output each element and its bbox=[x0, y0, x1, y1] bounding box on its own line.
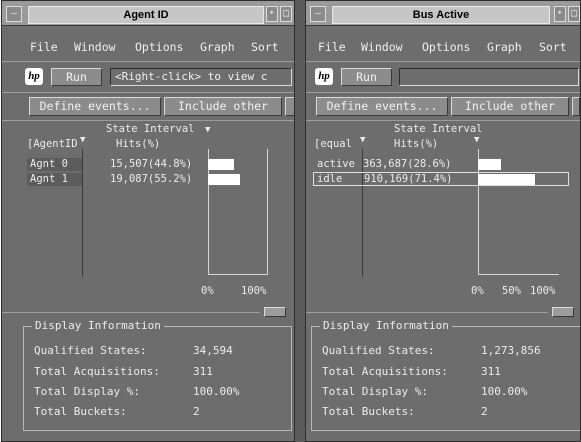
divider bbox=[2, 92, 294, 93]
bus-active-window: — Bus Active ‣ □ File Window Options Gra… bbox=[305, 0, 581, 442]
menu-file[interactable]: File bbox=[30, 37, 58, 57]
scale-label: 100% bbox=[530, 285, 556, 297]
display-information-label: Display Information bbox=[32, 319, 164, 333]
total-buckets-label: Total Buckets: bbox=[34, 405, 127, 418]
total-display-label: Total Display %: bbox=[34, 385, 140, 398]
total-buckets-value: 2 bbox=[193, 405, 200, 418]
menu-graph[interactable]: Graph bbox=[487, 37, 522, 57]
total-acquisitions-label: Total Acquisitions: bbox=[34, 365, 160, 378]
row-name: Agnt 1 bbox=[27, 173, 82, 186]
row-name: idle bbox=[317, 173, 343, 185]
total-acquisitions-label: Total Acquisitions: bbox=[322, 365, 448, 378]
message-field[interactable] bbox=[399, 68, 579, 86]
qualified-states-label: Qualified States: bbox=[34, 344, 147, 357]
menu-sort[interactable]: Sort bbox=[251, 37, 279, 57]
row-hits: 19,087(55.2%) bbox=[110, 173, 193, 185]
maximize-icon[interactable]: □ bbox=[280, 6, 292, 22]
row-hits: 15,507(44.8%) bbox=[110, 158, 193, 170]
total-display-label: Total Display %: bbox=[322, 385, 428, 398]
hits-column-header: Hits(%) bbox=[394, 138, 439, 150]
scale-slider[interactable] bbox=[264, 307, 286, 317]
window-gap bbox=[295, 0, 305, 442]
hits-column-header: Hits(%) bbox=[116, 138, 161, 150]
agentid-column-header[interactable]: [AgentID bbox=[27, 138, 78, 150]
total-acquisitions-value: 311 bbox=[481, 365, 501, 378]
scale-label: 50% bbox=[502, 285, 521, 297]
qualified-states-value: 1,273,856 bbox=[481, 344, 541, 357]
scale-label: 100% bbox=[241, 285, 267, 297]
divider bbox=[2, 61, 294, 62]
window-menu-icon[interactable]: — bbox=[6, 6, 22, 22]
display-information-label: Display Information bbox=[320, 319, 452, 333]
hits-bar bbox=[208, 174, 240, 185]
scale-marker-icon[interactable]: ▼ bbox=[205, 125, 210, 135]
hp-logo-icon: hp bbox=[25, 68, 43, 85]
row-hits: 910,169(71.4%) bbox=[364, 173, 453, 185]
row-hits: 363,687(28.6%) bbox=[363, 158, 452, 170]
toolbar-overflow-button[interactable] bbox=[285, 97, 294, 116]
title-bar[interactable]: — Agent ID ‣ □ bbox=[2, 1, 294, 26]
total-display-value: 100.00% bbox=[193, 385, 240, 398]
state-interval-label: State Interval bbox=[394, 123, 483, 135]
hp-logo-icon: hp bbox=[315, 68, 333, 85]
menu-bar: File Window Options Graph Sort bbox=[306, 37, 580, 57]
include-other-button[interactable]: Include other bbox=[451, 97, 569, 116]
minimize-icon[interactable]: ‣ bbox=[266, 6, 278, 22]
message-field[interactable]: <Right-click> to view c bbox=[110, 68, 292, 86]
include-other-button[interactable]: Include other bbox=[164, 97, 282, 116]
total-buckets-value: 2 bbox=[481, 405, 488, 418]
hits-bar bbox=[478, 174, 535, 185]
total-display-value: 100.00% bbox=[481, 385, 528, 398]
divider bbox=[306, 61, 580, 62]
toolbar-overflow-button[interactable] bbox=[572, 97, 580, 116]
window-menu-icon[interactable]: — bbox=[310, 6, 326, 22]
menu-window[interactable]: Window bbox=[361, 37, 403, 57]
total-acquisitions-value: 311 bbox=[193, 365, 213, 378]
state-interval-label: State Interval bbox=[106, 123, 195, 135]
divider bbox=[2, 120, 294, 121]
menu-window[interactable]: Window bbox=[74, 37, 116, 57]
row-name: active bbox=[317, 158, 355, 170]
scale-slider[interactable] bbox=[552, 307, 574, 317]
minimize-icon[interactable]: ‣ bbox=[554, 6, 566, 22]
name-column-header[interactable]: [equal bbox=[314, 138, 352, 150]
row-name: Agnt 0 bbox=[27, 158, 82, 171]
menu-file[interactable]: File bbox=[318, 37, 346, 57]
scale-marker-icon[interactable]: ▼ bbox=[474, 135, 479, 145]
run-button[interactable]: Run bbox=[341, 68, 392, 86]
hits-bar bbox=[208, 159, 234, 170]
define-events-button[interactable]: Define events... bbox=[29, 97, 161, 116]
divider bbox=[306, 312, 548, 313]
hits-bar bbox=[478, 159, 501, 170]
agent-id-window: — Agent ID ‣ □ File Window Options Graph… bbox=[1, 0, 295, 442]
menu-options[interactable]: Options bbox=[422, 37, 470, 57]
menu-bar: File Window Options Graph Sort bbox=[2, 37, 294, 57]
table-row[interactable]: active 363,687(28.6%) bbox=[314, 158, 574, 171]
run-button[interactable]: Run bbox=[51, 68, 102, 86]
total-buckets-label: Total Buckets: bbox=[322, 405, 415, 418]
qualified-states-value: 34,594 bbox=[193, 344, 233, 357]
window-title: Bus Active bbox=[332, 6, 550, 24]
title-bar[interactable]: — Bus Active ‣ □ bbox=[306, 1, 580, 26]
divider bbox=[2, 312, 260, 313]
divider bbox=[306, 92, 580, 93]
menu-sort[interactable]: Sort bbox=[539, 37, 567, 57]
define-events-button[interactable]: Define events... bbox=[316, 97, 448, 116]
qualified-states-label: Qualified States: bbox=[322, 344, 435, 357]
menu-graph[interactable]: Graph bbox=[200, 37, 235, 57]
scale-label: 0% bbox=[201, 285, 214, 297]
divider bbox=[306, 120, 580, 121]
scale-label: 0% bbox=[471, 285, 484, 297]
maximize-icon[interactable]: □ bbox=[568, 6, 580, 22]
sort-arrow-icon[interactable]: ▼ bbox=[80, 135, 85, 145]
menu-options[interactable]: Options bbox=[135, 37, 183, 57]
window-title: Agent ID bbox=[28, 6, 264, 24]
sort-arrow-icon[interactable]: ▼ bbox=[360, 135, 365, 145]
